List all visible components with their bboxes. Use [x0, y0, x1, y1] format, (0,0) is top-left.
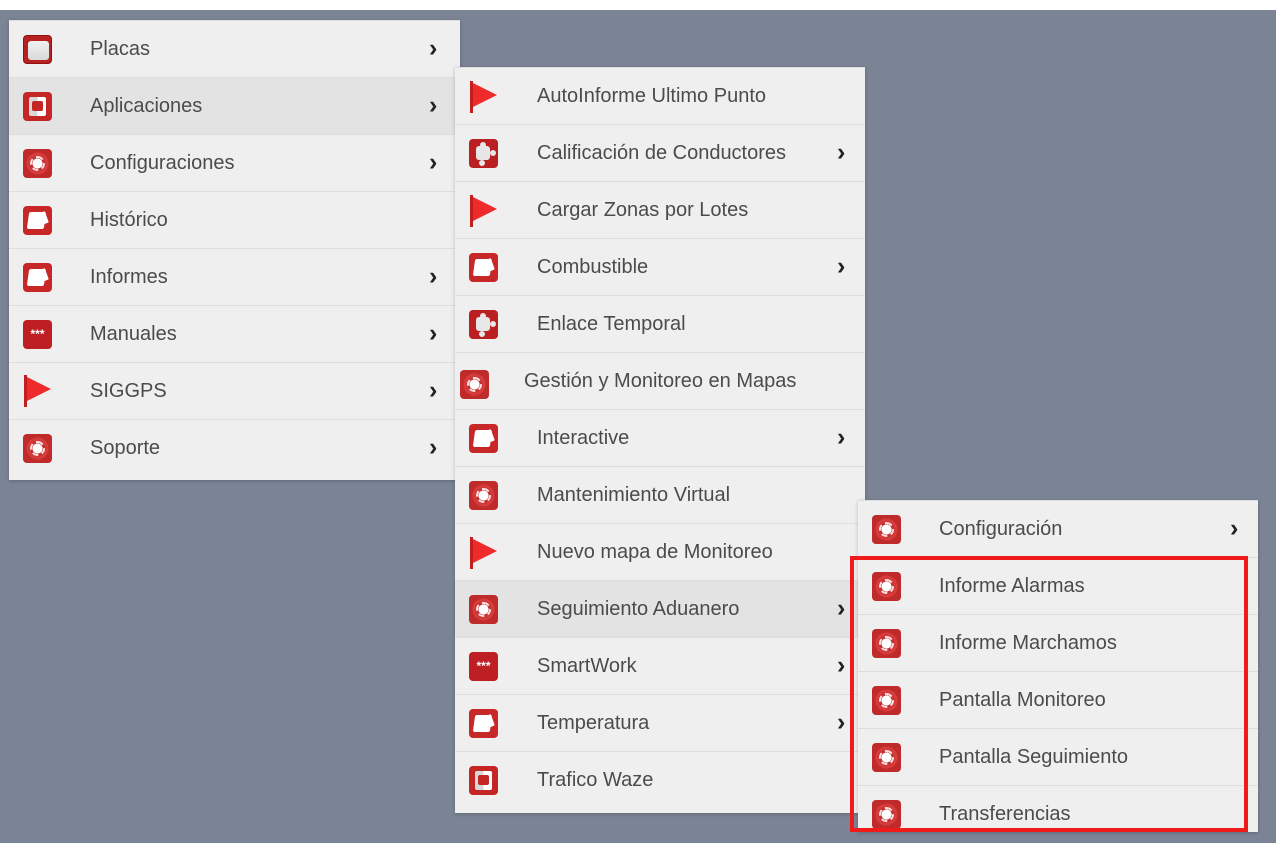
gear-icon [23, 434, 52, 463]
menu-item-label: Pantalla Monitoreo [939, 689, 1106, 711]
menu-item-label: AutoInforme Ultimo Punto [537, 85, 766, 107]
chevron-right-icon: › [837, 708, 846, 736]
chevron-right-icon: › [429, 376, 438, 404]
flag-icon [466, 537, 497, 569]
menu-item-informe-marchamos[interactable]: Informe Marchamos [858, 614, 1258, 671]
main-menu: Placas › Aplicaciones › Configuraciones … [9, 20, 460, 480]
menu-item-calificacion-de-conductores[interactable]: Calificación de Conductores › [455, 124, 865, 181]
chevron-right-icon: › [429, 91, 438, 119]
menu-item-temperatura[interactable]: Temperatura › [455, 694, 865, 751]
gear-icon [23, 149, 52, 178]
flag-icon [20, 375, 51, 407]
menu-item-gestion-y-monitoreo-en-mapas[interactable]: Gestión y Monitoreo en Mapas [455, 352, 865, 409]
menu-item-label: Mantenimiento Virtual [537, 484, 731, 506]
menu-item-label: SIGGPS [90, 380, 167, 402]
menu-item-trafico-waze[interactable]: Trafico Waze [455, 751, 865, 808]
box-icon [23, 92, 52, 121]
menu-item-autoinforme-ultimo-punto[interactable]: AutoInforme Ultimo Punto [455, 67, 865, 124]
chevron-right-icon: › [837, 138, 846, 166]
menu-item-transferencias[interactable]: Transferencias [858, 785, 1258, 842]
menu-item-label: Enlace Temporal [537, 313, 686, 335]
chevron-right-icon: › [429, 34, 438, 62]
menu-item-label: Placas [90, 38, 151, 60]
gear-icon [872, 572, 901, 601]
menu-item-siggps[interactable]: SIGGPS › [9, 362, 460, 419]
dots-icon: *** [469, 652, 498, 681]
puzzle-icon [469, 139, 498, 168]
menu-item-aplicaciones[interactable]: Aplicaciones › [9, 77, 460, 134]
chevron-right-icon: › [837, 423, 846, 451]
menu-item-placas[interactable]: Placas › [9, 20, 460, 77]
applications-submenu: AutoInforme Ultimo Punto Calificación de… [455, 67, 865, 813]
chevron-right-icon: › [837, 594, 846, 622]
menu-item-label: Seguimiento Aduanero [537, 598, 740, 620]
menu-item-label: Pantalla Seguimiento [939, 746, 1129, 768]
folder-icon [469, 424, 498, 453]
top-strip [0, 0, 1276, 10]
flag-icon [466, 81, 497, 113]
folder-icon [23, 263, 52, 292]
menu-item-combustible[interactable]: Combustible › [455, 238, 865, 295]
menu-item-label: Trafico Waze [537, 769, 654, 791]
flag-icon [466, 195, 497, 227]
menu-item-manuales[interactable]: *** Manuales › [9, 305, 460, 362]
menu-item-label: Interactive [537, 427, 630, 449]
menu-item-label: Gestión y Monitoreo en Mapas [524, 370, 797, 392]
menu-item-label: Soporte [90, 437, 161, 459]
gear-icon [872, 629, 901, 658]
menu-item-label: Informe Alarmas [939, 575, 1085, 597]
menu-item-pantalla-seguimiento[interactable]: Pantalla Seguimiento [858, 728, 1258, 785]
menu-item-seguimiento-aduanero[interactable]: Seguimiento Aduanero › [455, 580, 865, 637]
menu-item-label: Aplicaciones [90, 95, 203, 117]
menu-item-configuraciones[interactable]: Configuraciones › [9, 134, 460, 191]
box-icon [469, 766, 498, 795]
chevron-right-icon: › [429, 319, 438, 347]
menu-item-configuracion[interactable]: Configuración › [858, 500, 1258, 557]
gear-icon [469, 481, 498, 510]
menu-item-interactive[interactable]: Interactive › [455, 409, 865, 466]
chevron-right-icon: › [429, 148, 438, 176]
gear-icon [469, 595, 498, 624]
chevron-right-icon: › [429, 433, 438, 461]
chevron-right-icon: › [837, 252, 846, 280]
seguimiento-aduanero-submenu: Configuración › Informe Alarmas Informe … [858, 500, 1258, 832]
folder-icon [469, 709, 498, 738]
menu-item-label: Configuración [939, 518, 1063, 540]
menu-item-historico[interactable]: Histórico [9, 191, 460, 248]
puzzle-icon [469, 310, 498, 339]
chevron-right-icon: › [1230, 514, 1239, 542]
menu-item-nuevo-mapa-de-monitoreo[interactable]: Nuevo mapa de Monitoreo [455, 523, 865, 580]
gear-icon [872, 800, 901, 829]
menu-item-enlace-temporal[interactable]: Enlace Temporal [455, 295, 865, 352]
menu-item-informe-alarmas[interactable]: Informe Alarmas [858, 557, 1258, 614]
menu-item-label: Cargar Zonas por Lotes [537, 199, 749, 221]
menu-item-informes[interactable]: Informes › [9, 248, 460, 305]
menu-item-mantenimiento-virtual[interactable]: Mantenimiento Virtual [455, 466, 865, 523]
chevron-right-icon: › [429, 262, 438, 290]
dots-icon: *** [23, 320, 52, 349]
menu-item-label: Transferencias [939, 803, 1071, 825]
gear-icon [460, 370, 489, 399]
gear-icon [872, 515, 901, 544]
menu-item-label: Configuraciones [90, 152, 235, 174]
menu-item-label: Informe Marchamos [939, 632, 1117, 654]
menu-item-soporte[interactable]: Soporte › [9, 419, 460, 476]
chevron-right-icon: › [837, 651, 846, 679]
gear-icon [872, 743, 901, 772]
menu-item-label: Histórico [90, 209, 168, 231]
menu-item-smartwork[interactable]: *** SmartWork › [455, 637, 865, 694]
folder-icon [469, 253, 498, 282]
gear-icon [872, 686, 901, 715]
menu-item-label: Calificación de Conductores [537, 142, 787, 164]
menu-item-cargar-zonas-por-lotes[interactable]: Cargar Zonas por Lotes [455, 181, 865, 238]
menu-item-label: Informes [90, 266, 168, 288]
menu-item-pantalla-monitoreo[interactable]: Pantalla Monitoreo [858, 671, 1258, 728]
folder-icon [23, 206, 52, 235]
ticket-icon [23, 35, 52, 64]
menu-item-label: Combustible [537, 256, 649, 278]
menu-item-label: Temperatura [537, 712, 650, 734]
menu-item-label: SmartWork [537, 655, 637, 677]
menu-item-label: Manuales [90, 323, 177, 345]
menu-item-label: Nuevo mapa de Monitoreo [537, 541, 773, 563]
